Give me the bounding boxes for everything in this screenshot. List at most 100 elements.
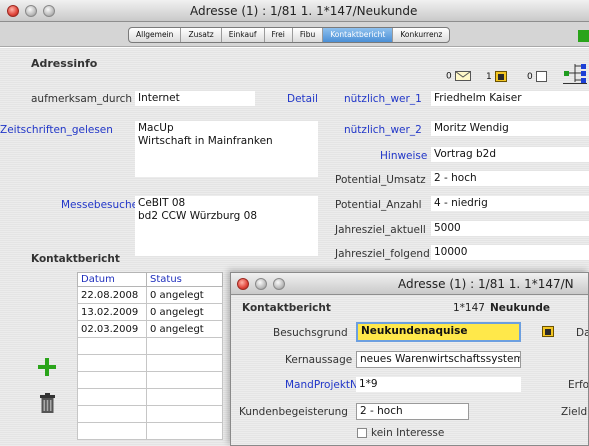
close-icon[interactable]	[7, 5, 19, 17]
jahresziel-folgend-label: Jahresziel_folgend	[335, 248, 430, 260]
empty-cell	[146, 354, 223, 372]
mandprojekt-label[interactable]: MandProjektNr	[285, 379, 362, 391]
mandprojekt-field[interactable]: 1*9	[356, 377, 521, 392]
table-header-row: Datum Status	[77, 272, 223, 287]
tab-kontaktbericht[interactable]: Kontaktbericht	[323, 28, 394, 42]
subwindow-minimize-icon[interactable]	[255, 278, 267, 290]
tab-bar: Allgemein Zusatz Einkauf Frei Fibu Konta…	[0, 22, 589, 47]
potential-umsatz-field[interactable]: 2 - hoch	[431, 171, 589, 186]
potential-umsatz-label: Potential_Umsatz	[335, 174, 426, 186]
zoom-icon[interactable]	[43, 5, 55, 17]
table-cell-status: 0 angelegt	[146, 286, 223, 304]
besuchsgrund-label: Besuchsgrund	[273, 327, 348, 339]
mail-count: 0	[446, 71, 452, 82]
trash-icon[interactable]	[40, 393, 55, 413]
tab-frei[interactable]: Frei	[265, 28, 293, 42]
table-row-empty[interactable]	[77, 354, 223, 372]
notes-count: 0	[527, 72, 533, 82]
zield-label: Zield	[561, 406, 588, 418]
subwindow-zoom-icon[interactable]	[273, 278, 285, 290]
table-row-empty[interactable]	[77, 422, 223, 440]
kundenbegeisterung-field[interactable]: 2 - hoch	[356, 403, 469, 420]
table-cell-status: 0 angelegt	[146, 303, 223, 321]
table-row-empty[interactable]	[77, 337, 223, 355]
org-chart-icon[interactable]	[563, 62, 587, 84]
da-label: Da	[576, 327, 588, 339]
kein-interesse-checkbox[interactable]	[357, 428, 367, 438]
tab-group: Allgemein Zusatz Einkauf Frei Fibu Konta…	[128, 27, 451, 43]
note-icon	[535, 71, 547, 82]
erfo-label: Erfo	[568, 379, 589, 391]
empty-cell	[146, 337, 223, 355]
table-row-empty[interactable]	[77, 388, 223, 406]
empty-cell	[146, 388, 223, 406]
table-cell-datum: 02.03.2009	[77, 320, 147, 338]
potential-anzahl-field[interactable]: 4 - niedrig	[431, 196, 589, 211]
subwindow-title: Adresse (1) : 1/81 1. 1*147/N	[398, 277, 574, 291]
detail-link[interactable]: Detail	[287, 93, 318, 105]
hinweise-label[interactable]: Hinweise	[380, 150, 427, 162]
table-row[interactable]: 13.02.2009 0 angelegt	[77, 303, 223, 321]
subwindow-close-icon[interactable]	[237, 278, 249, 290]
mail-counter[interactable]: 0	[446, 71, 471, 82]
nuetzlich2-label[interactable]: nützlich_wer_2	[344, 124, 422, 136]
customer-number: 1*147	[453, 302, 485, 314]
jahresziel-aktuell-field[interactable]: 5000	[431, 221, 589, 236]
messebesuche-field[interactable]: CeBIT 08 bd2 CCW Würzburg 08	[135, 196, 318, 256]
window-titlebar: Adresse (1) : 1/81 1. 1*147/Neukunde	[0, 0, 589, 22]
table-cell-datum: 13.02.2009	[77, 303, 147, 321]
aufmerksam-label: aufmerksam_durch	[31, 93, 133, 105]
empty-cell	[77, 388, 147, 406]
zeitschriften-label[interactable]: Zeitschriften_gelesen	[0, 124, 113, 136]
mail-icon	[454, 71, 471, 81]
column-header-status[interactable]: Status	[146, 272, 223, 287]
zeitschriften-field[interactable]: MacUp Wirtschaft in Mainfranken	[135, 121, 318, 177]
window-title: Adresse (1) : 1/81 1. 1*147/Neukunde	[190, 4, 418, 18]
tab-fibu[interactable]: Fibu	[293, 28, 324, 42]
calendar-count: 1	[486, 72, 492, 82]
potential-anzahl-label: Potential_Anzahl	[335, 199, 422, 211]
jahresziel-folgend-field[interactable]: 10000	[431, 245, 589, 260]
add-icon[interactable]	[38, 358, 56, 376]
empty-cell	[77, 354, 147, 372]
calendar-small-icon[interactable]	[542, 326, 554, 337]
table-row[interactable]: 02.03.2009 0 angelegt	[77, 320, 223, 338]
nuetzlich1-field[interactable]: Friedhelm Kaiser	[431, 91, 589, 106]
kernaussage-label: Kernaussage	[285, 354, 353, 366]
besuchsgrund-field[interactable]: Neukundenaquise	[356, 322, 521, 342]
table-row-empty[interactable]	[77, 371, 223, 389]
kontaktbericht-window: Adresse (1) : 1/81 1. 1*147/N Kontaktber…	[230, 272, 589, 446]
column-header-datum[interactable]: Datum	[77, 272, 147, 287]
aufmerksam-field[interactable]: Internet	[135, 91, 255, 106]
tab-einkauf[interactable]: Einkauf	[222, 28, 265, 42]
calendar-icon	[494, 71, 507, 82]
tab-konkurrenz[interactable]: Konkurrenz	[393, 28, 449, 42]
minimize-icon[interactable]	[25, 5, 37, 17]
subwindow-heading: Kontaktbericht	[242, 302, 331, 314]
empty-cell	[77, 405, 147, 423]
table-row-empty[interactable]	[77, 405, 223, 423]
calendar-counter[interactable]: 1	[486, 71, 507, 82]
nuetzlich2-field[interactable]: Moritz Wendig	[431, 121, 589, 136]
table-row[interactable]: 22.08.2008 0 angelegt	[77, 286, 223, 304]
kundenbegeisterung-label: Kundenbegeisterung	[239, 406, 348, 418]
nuetzlich1-label[interactable]: nützlich_wer_1	[344, 93, 422, 105]
kontaktbericht-table: Datum Status 22.08.2008 0 angelegt 13.02…	[77, 272, 223, 440]
subwindow-titlebar: Adresse (1) : 1/81 1. 1*147/N	[231, 273, 588, 295]
tab-allgemein[interactable]: Allgemein	[129, 28, 182, 42]
empty-cell	[146, 371, 223, 389]
tab-zusatz[interactable]: Zusatz	[181, 28, 222, 42]
status-indicator	[578, 30, 589, 42]
hinweise-field[interactable]: Vortrag b2d	[431, 147, 589, 162]
empty-cell	[146, 422, 223, 440]
notes-counter[interactable]: 0	[527, 71, 547, 82]
empty-cell	[77, 337, 147, 355]
empty-cell	[77, 422, 147, 440]
section-title-adressinfo: Adressinfo	[31, 57, 98, 70]
empty-cell	[146, 405, 223, 423]
kernaussage-field[interactable]: neues Warenwirtschaftssystem	[356, 351, 521, 368]
subwindow-body: Kontaktbericht 1*147 Neukunde Besuchsgru…	[231, 295, 589, 445]
table-cell-status: 0 angelegt	[146, 320, 223, 338]
kein-interesse-label: kein Interesse	[371, 427, 445, 439]
messebesuche-label[interactable]: Messebesuche	[61, 199, 138, 211]
